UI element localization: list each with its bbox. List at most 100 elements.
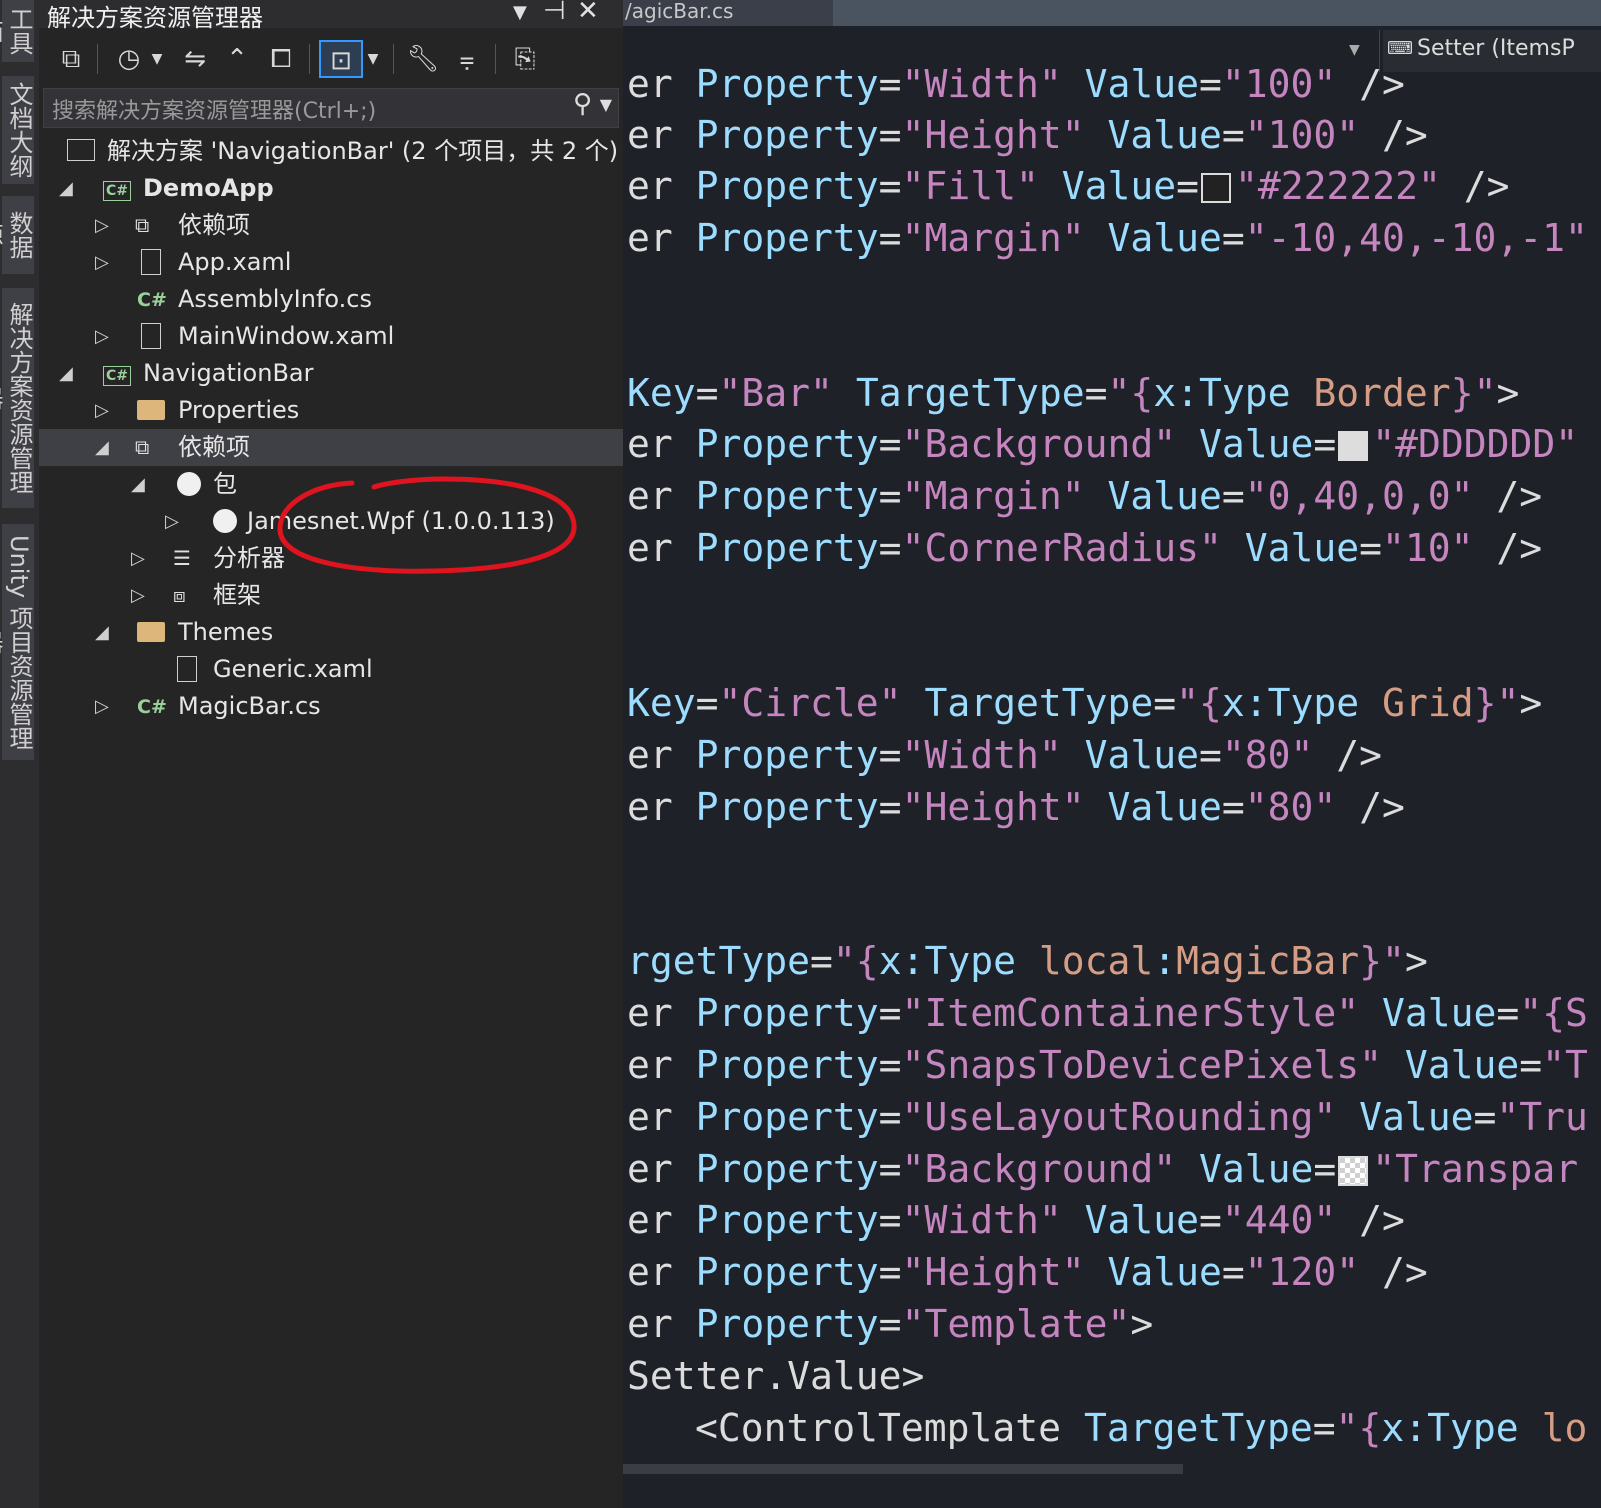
document-outline-tab[interactable]: 文档大纲 [2,76,34,184]
new-solution-view-icon[interactable]: ⎘ [507,40,543,78]
tree-label: 依赖项 [178,433,250,461]
properties-folder-icon [137,392,165,429]
tree-row-magicbar[interactable]: ▷ C# MagicBar.cs [39,688,623,725]
xaml-file-icon [141,318,161,356]
element-icon: ⌨ [1387,38,1413,59]
show-all-files-icon[interactable]: ⧠ [263,40,299,78]
csharp-project-icon: C# [103,170,132,207]
tree-row-solution[interactable]: 解决方案 'NavigationBar' (2 个项目，共 2 个) [39,133,623,170]
editor-tab-bar: /agicBar.cs [623,0,1601,26]
chevron-down-icon[interactable]: ▼ [513,2,527,23]
tree-row-app-xaml[interactable]: ▷ App.xaml [39,244,623,281]
transparent-color-swatch[interactable] [1338,1156,1369,1186]
tree-label: 依赖项 [178,211,250,239]
tree-label: 解决方案 'NavigationBar' (2 个项目，共 2 个) [107,137,619,165]
expand-arrow-icon[interactable]: ▷ [131,577,145,614]
tree-row-properties[interactable]: ▷ Properties [39,392,623,429]
expand-arrow-icon[interactable]: ▷ [95,244,109,281]
tree-label: NavigationBar [143,359,314,387]
tree-row-generic-xaml[interactable]: Generic.xaml [39,651,623,688]
code-line: er Property="CornerRadius" Value="10" /> [627,526,1543,570]
tree-row-nav-dependencies[interactable]: ◢ ⧉ 依赖项 [39,429,623,466]
expand-arrow-icon[interactable]: ▷ [95,392,109,429]
tree-label: Properties [178,396,300,424]
code-line: er Property="Margin" Value="-10,40,-10,-… [627,216,1588,260]
chevron-down-icon[interactable]: ▼ [365,40,381,78]
csharp-file-icon: C# [137,696,167,718]
tree-row-mainwindow[interactable]: ▷ MainWindow.xaml [39,318,623,355]
collapse-all-icon[interactable]: ⌃ [219,40,255,78]
expand-arrow-icon[interactable]: ▷ [95,318,109,355]
code-line: rgetType="{x:Type local:MagicBar}"> [627,939,1428,983]
tree-label: Themes [178,618,274,646]
tree-label: MagicBar.cs [178,692,321,720]
tree-label: Generic.xaml [213,655,373,683]
code-line: er Property="Background" Value= "Transpar [627,1147,1579,1191]
dependencies-icon: ⧉ [135,213,150,237]
code-line: er Property="Width" Value="100" /> [627,62,1405,106]
tree-row-demoapp[interactable]: ◢ C# DemoApp [39,170,623,207]
package-icon [177,466,201,503]
xaml-file-icon [141,244,161,282]
tree-label: MainWindow.xaml [178,322,395,350]
dependencies-icon: ⧉ [135,435,150,459]
close-icon[interactable]: ✕ [577,0,599,26]
expand-arrow-icon[interactable]: ▷ [131,540,145,577]
collapse-arrow-icon[interactable]: ◢ [59,355,73,392]
search-box[interactable]: 搜索解决方案资源管理器(Ctrl+;) ⚲ ▼ [43,88,619,128]
filter-icon[interactable]: ⩦ [449,40,485,78]
expand-arrow-icon[interactable]: ▷ [95,688,109,725]
chevron-down-icon[interactable]: ▼ [600,95,612,114]
horizontal-scrollbar[interactable] [623,1464,1183,1474]
package-icon [213,503,237,540]
code-line: Key="Bar" TargetType="{x:Type Border}"> [627,371,1520,415]
code-line: er Property="Margin" Value="0,40,0,0" /> [627,474,1543,518]
tree-row-assemblyinfo[interactable]: C# AssemblyInfo.cs [39,281,623,318]
tree-row-demo-dependencies[interactable]: ▷ ⧉ 依赖项 [39,207,623,244]
member-dropdown-value: Setter (ItemsP [1417,36,1575,61]
solution-explorer-panel: 解决方案资源管理器 ▼ ⊣ ✕ ⧉ ◷ ▼ ⇋ ⌃ ⧠ ⊡ ▼ 🔧︎ ⩦ ⎘ 搜… [39,0,623,1508]
code-line: er Property="SnapsToDevicePixels" Value=… [627,1043,1588,1087]
panel-title-bar: 解决方案资源管理器 ▼ ⊣ ✕ [39,0,623,32]
code-line: er Property="Template"> [627,1302,1154,1346]
code-line: er Property="Background" Value= "#DDDDDD" [627,422,1579,466]
csharp-project-icon: C# [103,355,132,392]
data-sources-tab[interactable]: 数据源 [0,196,34,274]
code-editor[interactable]: /agicBar.cs ▼ ⌨ Setter (ItemsP er Proper… [623,0,1601,1508]
analyzer-icon: ☰ [173,546,191,570]
solution-explorer-tab[interactable]: 解决方案资源管理器 [0,288,34,508]
preview-selected-icon[interactable]: ⊡ [319,40,363,78]
expand-arrow-icon[interactable]: ▷ [95,207,109,244]
collapse-arrow-icon[interactable]: ◢ [59,170,73,207]
pin-icon[interactable]: ⊣ [543,0,566,26]
code-line: Setter.Value> [627,1354,925,1398]
code-line: er Property="ItemContainerStyle" Value="… [627,991,1588,1035]
search-icon[interactable]: ⚲ [573,89,592,119]
tree-row-navigationbar[interactable]: ◢ C# NavigationBar [39,355,623,392]
expand-arrow-icon[interactable]: ▷ [165,503,179,540]
properties-wrench-icon[interactable]: 🔧︎ [405,40,441,78]
toolbox-tab[interactable]: 工具箱 [0,0,34,62]
color-swatch[interactable] [1201,173,1232,203]
pending-changes-icon[interactable]: ◷ [111,40,147,78]
side-tool-strip: 工具箱 文档大纲 数据源 解决方案资源管理器 Unity 项目资源管理器 [0,0,39,1508]
switch-views-icon[interactable]: ⧉ [53,40,89,78]
collapse-arrow-icon[interactable]: ◢ [131,466,145,503]
color-swatch[interactable] [1338,431,1369,461]
chevron-down-icon[interactable]: ▼ [1349,42,1360,58]
collapse-arrow-icon[interactable]: ◢ [95,429,109,466]
collapse-arrow-icon[interactable]: ◢ [95,614,109,651]
tree-label: App.xaml [178,248,292,276]
tree-label: AssemblyInfo.cs [178,285,373,313]
code-line: er Property="Height" Value="120" /> [627,1250,1428,1294]
tab-magicbar-cs[interactable]: /agicBar.cs [623,0,833,26]
code-line: er Property="Width" Value="80" /> [627,733,1383,777]
tree-label: 框架 [213,581,261,609]
sync-icon[interactable]: ⇋ [177,40,213,78]
chevron-down-icon[interactable]: ▼ [149,40,165,78]
tree-row-themes[interactable]: ◢ Themes [39,614,623,651]
unity-explorer-tab[interactable]: Unity 项目资源管理器 [0,524,34,760]
folder-icon [137,614,165,651]
code-line: er Property="Width" Value="440" /> [627,1198,1405,1242]
csharp-file-icon: C# [137,289,167,311]
